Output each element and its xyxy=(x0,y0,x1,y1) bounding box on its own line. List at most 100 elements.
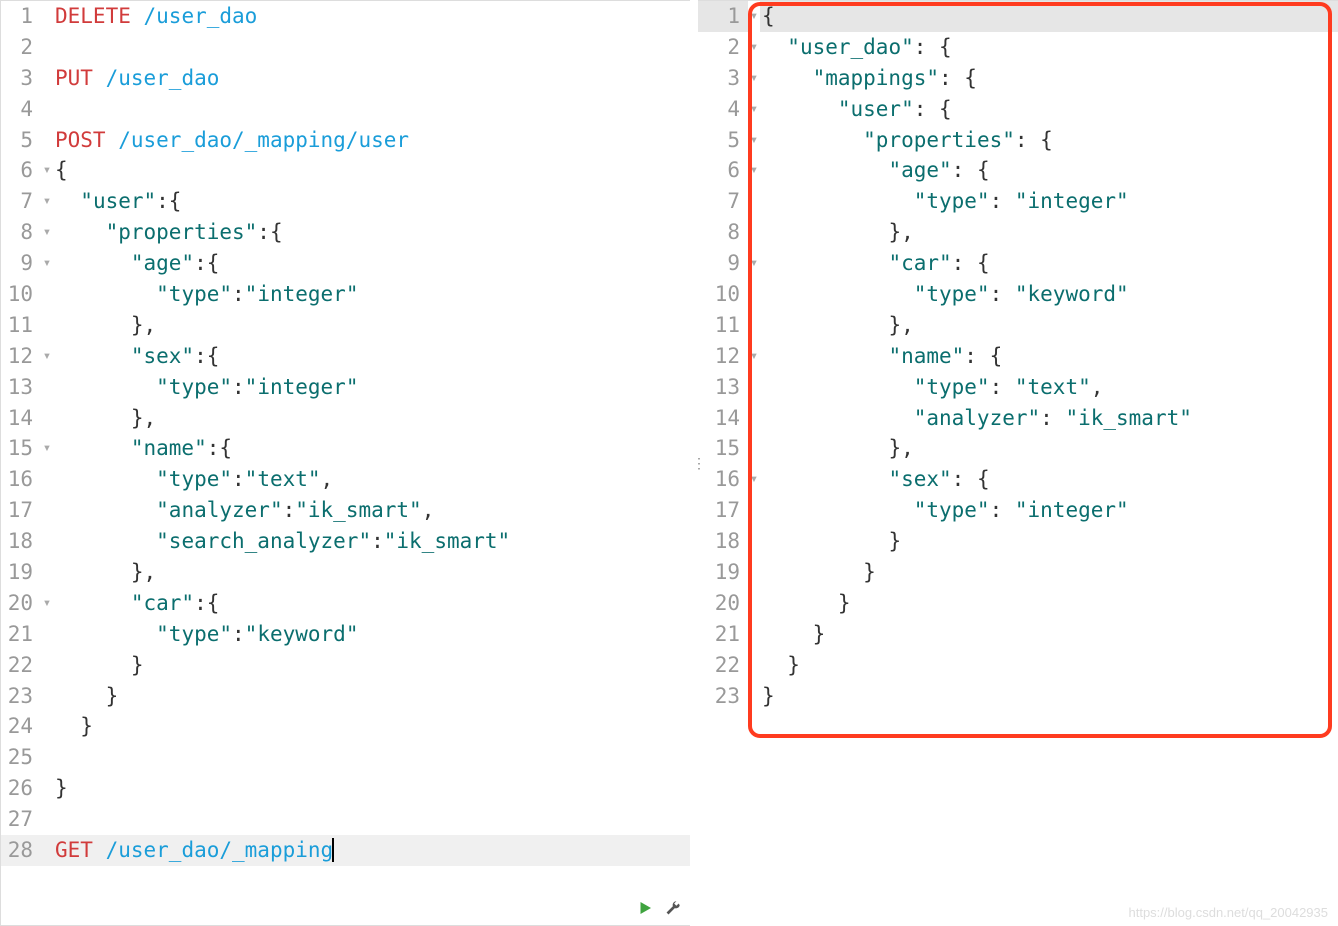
code-line[interactable]: 9▾ "car": { xyxy=(698,248,1338,279)
code-line[interactable]: 18▾ "search_analyzer":"ik_smart" xyxy=(1,526,690,557)
code-line[interactable]: 6▾{ xyxy=(1,155,690,186)
code-text[interactable]: } xyxy=(760,622,825,646)
code-line[interactable]: 18▾ } xyxy=(698,526,1338,557)
code-line[interactable]: 28▾GET /user_dao/_mapping xyxy=(1,835,690,866)
fold-toggle-icon[interactable]: ▾ xyxy=(41,433,53,464)
run-query-icon[interactable] xyxy=(636,898,654,922)
code-text[interactable]: "type": "integer" xyxy=(760,498,1129,522)
code-line[interactable]: 25▾ xyxy=(1,742,690,773)
code-line[interactable]: 2▾ xyxy=(1,32,690,63)
code-line[interactable]: 17▾ "analyzer":"ik_smart", xyxy=(1,495,690,526)
code-text[interactable]: }, xyxy=(760,313,914,337)
code-line[interactable]: 11▾ }, xyxy=(698,310,1338,341)
code-text[interactable]: GET /user_dao/_mapping xyxy=(53,838,334,862)
code-text[interactable]: "age": { xyxy=(760,158,990,182)
code-text[interactable]: } xyxy=(760,529,901,553)
fold-toggle-icon[interactable]: ▾ xyxy=(748,464,760,495)
code-text[interactable]: "user":{ xyxy=(53,189,181,213)
code-text[interactable]: "analyzer":"ik_smart", xyxy=(53,498,434,522)
fold-toggle-icon[interactable]: ▾ xyxy=(41,155,53,186)
fold-toggle-icon[interactable]: ▾ xyxy=(748,125,760,156)
fold-toggle-icon[interactable]: ▾ xyxy=(41,588,53,619)
code-line[interactable]: 14▾ "analyzer": "ik_smart" xyxy=(698,403,1338,434)
code-line[interactable]: 19▾ } xyxy=(698,557,1338,588)
code-text[interactable]: "type":"integer" xyxy=(53,282,358,306)
request-editor-panel[interactable]: 1▾DELETE /user_dao2▾3▾PUT /user_dao4▾5▾P… xyxy=(0,0,690,926)
code-line[interactable]: 15▾ "name":{ xyxy=(1,433,690,464)
code-text[interactable]: { xyxy=(760,4,775,28)
code-line[interactable]: 17▾ "type": "integer" xyxy=(698,495,1338,526)
code-line[interactable]: 27▾ xyxy=(1,804,690,835)
code-text[interactable]: "user_dao": { xyxy=(760,35,952,59)
code-line[interactable]: 12▾ "sex":{ xyxy=(1,341,690,372)
fold-toggle-icon[interactable]: ▾ xyxy=(41,248,53,279)
code-text[interactable]: "search_analyzer":"ik_smart" xyxy=(53,529,510,553)
code-line[interactable]: 22▾ } xyxy=(1,650,690,681)
code-line[interactable]: 16▾ "type":"text", xyxy=(1,464,690,495)
code-line[interactable]: 13▾ "type": "text", xyxy=(698,372,1338,403)
code-line[interactable]: 11▾ }, xyxy=(1,310,690,341)
code-text[interactable]: } xyxy=(760,684,775,708)
fold-toggle-icon[interactable]: ▾ xyxy=(41,341,53,372)
code-line[interactable]: 8▾ "properties":{ xyxy=(1,217,690,248)
code-text[interactable]: }, xyxy=(53,406,156,430)
code-line[interactable]: 20▾ "car":{ xyxy=(1,588,690,619)
code-line[interactable]: 8▾ }, xyxy=(698,217,1338,248)
code-text[interactable] xyxy=(53,745,80,769)
code-line[interactable]: 1▾{ xyxy=(698,1,1338,32)
fold-toggle-icon[interactable]: ▾ xyxy=(748,32,760,63)
code-text[interactable]: "sex":{ xyxy=(53,344,219,368)
code-text[interactable]: POST /user_dao/_mapping/user xyxy=(53,128,409,152)
code-line[interactable]: 26▾} xyxy=(1,773,690,804)
code-line[interactable]: 9▾ "age":{ xyxy=(1,248,690,279)
code-text[interactable]: } xyxy=(760,653,800,677)
code-text[interactable]: } xyxy=(53,776,68,800)
code-text[interactable]: "type": "text", xyxy=(760,375,1103,399)
code-text[interactable]: } xyxy=(53,653,144,677)
options-wrench-icon[interactable] xyxy=(664,898,682,922)
fold-toggle-icon[interactable]: ▾ xyxy=(41,186,53,217)
code-line[interactable]: 23▾ } xyxy=(1,681,690,712)
code-text[interactable]: { xyxy=(53,158,68,182)
code-line[interactable]: 1▾DELETE /user_dao xyxy=(1,1,690,32)
code-line[interactable]: 10▾ "type":"integer" xyxy=(1,279,690,310)
code-text[interactable]: "type":"integer" xyxy=(53,375,358,399)
code-line[interactable]: 4▾ xyxy=(1,94,690,125)
code-line[interactable]: 5▾ "properties": { xyxy=(698,125,1338,156)
code-text[interactable]: "sex": { xyxy=(760,467,990,491)
code-text[interactable]: }, xyxy=(760,436,914,460)
code-text[interactable]: "type":"text", xyxy=(53,467,333,491)
fold-toggle-icon[interactable]: ▾ xyxy=(748,155,760,186)
code-line[interactable]: 16▾ "sex": { xyxy=(698,464,1338,495)
code-line[interactable]: 10▾ "type": "keyword" xyxy=(698,279,1338,310)
code-text[interactable]: } xyxy=(760,560,876,584)
fold-toggle-icon[interactable]: ▾ xyxy=(748,94,760,125)
code-line[interactable]: 13▾ "type":"integer" xyxy=(1,372,690,403)
code-text[interactable]: "user": { xyxy=(760,97,952,121)
code-text[interactable]: "name":{ xyxy=(53,436,232,460)
code-text[interactable]: }, xyxy=(53,313,156,337)
code-text[interactable]: "type": "integer" xyxy=(760,189,1129,213)
code-text[interactable]: }, xyxy=(760,220,914,244)
code-text[interactable]: PUT /user_dao xyxy=(53,66,219,90)
code-text[interactable]: "type": "keyword" xyxy=(760,282,1129,306)
code-line[interactable]: 21▾ "type":"keyword" xyxy=(1,619,690,650)
code-line[interactable]: 2▾ "user_dao": { xyxy=(698,32,1338,63)
code-text[interactable]: } xyxy=(760,591,851,615)
fold-toggle-icon[interactable]: ▾ xyxy=(748,248,760,279)
code-line[interactable]: 12▾ "name": { xyxy=(698,341,1338,372)
code-text[interactable]: "mappings": { xyxy=(760,66,977,90)
fold-toggle-icon[interactable]: ▾ xyxy=(748,1,760,32)
code-line[interactable]: 19▾ }, xyxy=(1,557,690,588)
code-text[interactable]: "name": { xyxy=(760,344,1002,368)
response-panel[interactable]: ⋮ 1▾{2▾ "user_dao": {3▾ "mappings": {4▾ … xyxy=(698,0,1338,926)
code-text[interactable] xyxy=(53,97,55,121)
code-line[interactable]: 3▾ "mappings": { xyxy=(698,63,1338,94)
code-text[interactable]: "age":{ xyxy=(53,251,219,275)
code-line[interactable]: 24▾ } xyxy=(1,711,690,742)
code-line[interactable]: 15▾ }, xyxy=(698,433,1338,464)
code-text[interactable]: "analyzer": "ik_smart" xyxy=(760,406,1192,430)
code-line[interactable]: 22▾ } xyxy=(698,650,1338,681)
code-line[interactable]: 7▾ "user":{ xyxy=(1,186,690,217)
splitter-handle-icon[interactable]: ⋮ xyxy=(692,462,706,466)
